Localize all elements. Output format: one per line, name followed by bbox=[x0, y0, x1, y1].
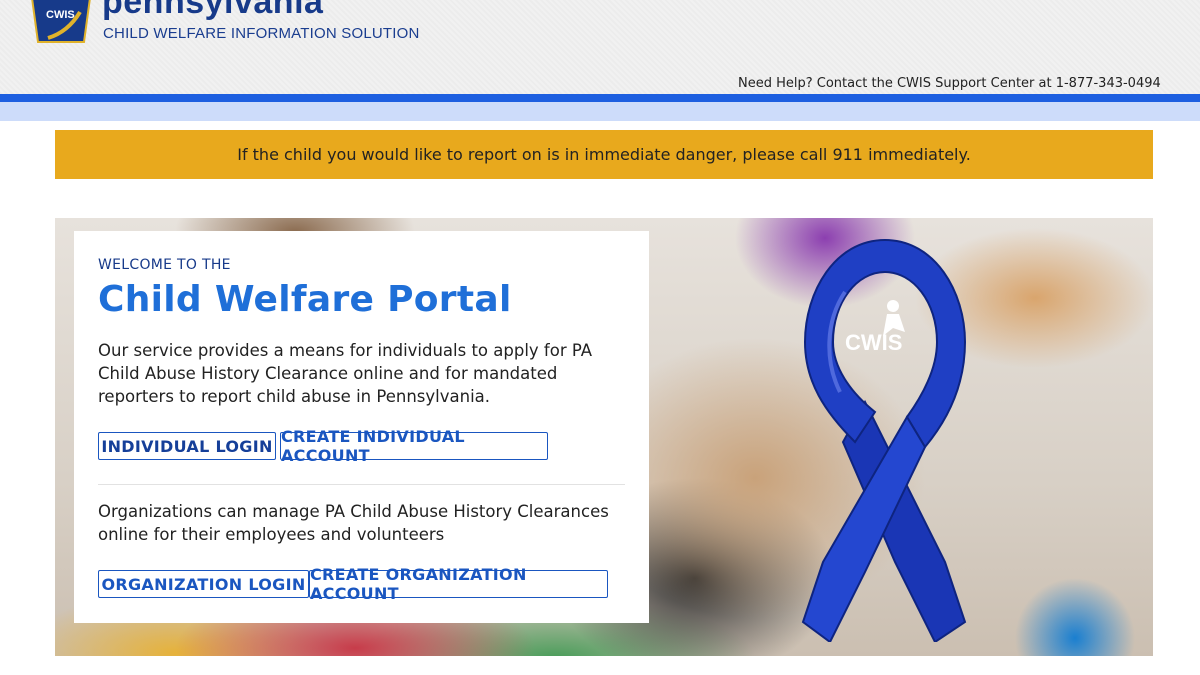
ribbon-text: CWIS bbox=[845, 330, 902, 355]
page-title: Child Welfare Portal bbox=[98, 279, 512, 320]
keystone-logo-icon[interactable]: CWIS bbox=[28, 0, 94, 48]
welcome-eyebrow: WELCOME TO THE bbox=[98, 257, 231, 273]
organization-login-button[interactable]: ORGANIZATION LOGIN bbox=[98, 570, 309, 598]
emergency-alert-banner: If the child you would like to report on… bbox=[55, 130, 1153, 179]
organization-description: Organizations can manage PA Child Abuse … bbox=[98, 502, 609, 544]
hero-section: WELCOME TO THE Child Welfare Portal Our … bbox=[55, 218, 1153, 656]
help-contact-text: Need Help? Contact the CWIS Support Cent… bbox=[738, 76, 1161, 91]
create-organization-account-button[interactable]: CREATE ORGANIZATION ACCOUNT bbox=[309, 565, 608, 603]
header-sub-bar bbox=[0, 102, 1200, 121]
alert-text: If the child you would like to report on… bbox=[237, 145, 971, 164]
brand-name: pennsylvania bbox=[102, 0, 324, 21]
welcome-card: WELCOME TO THE Child Welfare Portal Our … bbox=[74, 231, 649, 623]
awareness-ribbon-icon: CWIS bbox=[801, 238, 967, 642]
section-divider bbox=[98, 484, 625, 485]
individual-description: Our service provides a means for individ… bbox=[98, 341, 593, 406]
logo-text: CWIS bbox=[46, 9, 75, 21]
site-header: CWIS pennsylvania CHILD WELFARE INFORMAT… bbox=[0, 0, 1200, 94]
individual-login-button[interactable]: INDIVIDUAL LOGIN bbox=[98, 432, 276, 460]
create-individual-account-button[interactable]: CREATE INDIVIDUAL ACCOUNT bbox=[280, 427, 548, 465]
brand-subtitle: CHILD WELFARE INFORMATION SOLUTION bbox=[103, 25, 420, 42]
header-accent-bar bbox=[0, 94, 1200, 102]
